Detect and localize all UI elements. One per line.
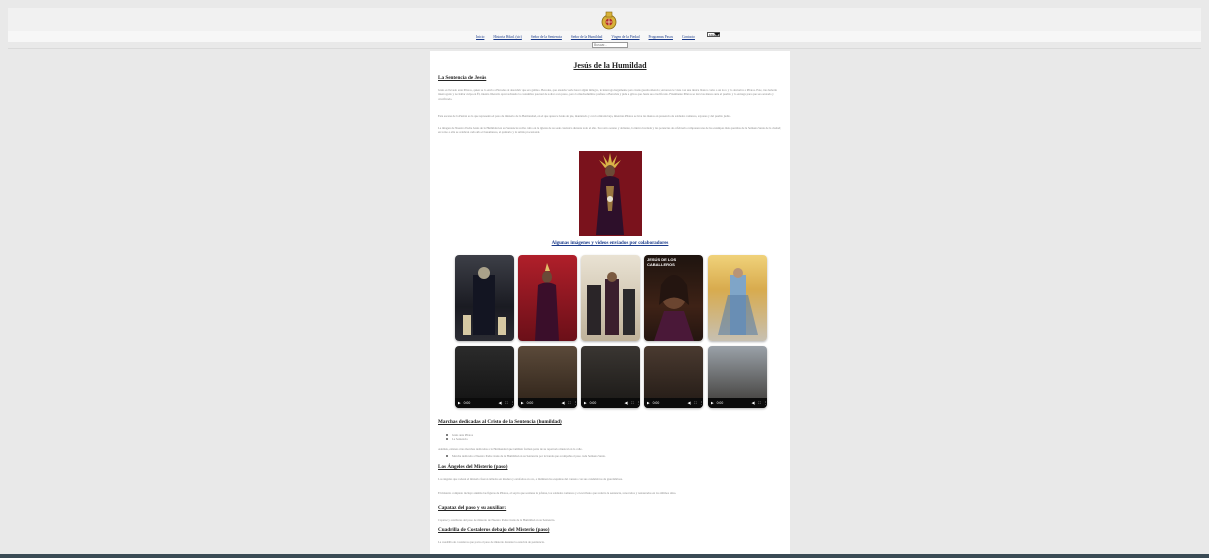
video-time: 0:00 xyxy=(716,401,724,405)
paragraph: Capataz y auxiliares del paso de misteri… xyxy=(438,518,556,522)
footer-bar xyxy=(0,554,1209,558)
fullscreen-icon[interactable]: ⛶ xyxy=(568,401,570,405)
video-controls: ▶ 0:00 ◀) ⛶ ⋮ xyxy=(455,398,514,408)
main-nav: Inicio Historia Hdad. (sic) Señor de la … xyxy=(476,33,695,41)
paragraph: La imagen de Nuestro Padre Jesús de la H… xyxy=(438,126,781,135)
gallery-image[interactable] xyxy=(581,255,640,341)
bullet-icon xyxy=(446,438,448,441)
more-options-icon[interactable]: ⋮ xyxy=(574,401,577,405)
list-item: La Sentencia xyxy=(446,437,473,441)
photo-icon xyxy=(535,263,559,341)
more-options-icon[interactable]: ⋮ xyxy=(511,401,514,405)
page-title: Jesús de la Humildad xyxy=(573,61,647,70)
fullscreen-icon[interactable]: ⛶ xyxy=(505,401,507,405)
play-icon[interactable]: ▶ xyxy=(458,401,461,405)
nav-link-sentencia[interactable]: Señor de la Sentencia xyxy=(531,35,562,39)
volume-icon[interactable]: ◀) xyxy=(687,401,691,405)
hero-image-cristo xyxy=(579,151,642,236)
more-options-icon[interactable]: ⋮ xyxy=(764,401,767,405)
section-heading-angeles: Los Ángeles del Misterio (paso) xyxy=(438,464,508,470)
header-divider xyxy=(8,48,1201,49)
chevron-down-icon[interactable] xyxy=(714,33,720,36)
volume-icon[interactable]: ◀) xyxy=(751,401,755,405)
nav-link-inicio[interactable]: Inicio xyxy=(476,35,484,39)
nav-link-piedad[interactable]: Virgen de la Piedad xyxy=(611,35,639,39)
section-heading-marchas: Marchas dedicadas al Cristo de la Senten… xyxy=(438,419,562,425)
section-heading-costaleros: Cuadrilla de Costaleros debajo del Miste… xyxy=(438,527,550,533)
nav-link-humildad[interactable]: Señor de la Humildad xyxy=(571,35,602,39)
nav-link-contacto[interactable]: Contacto xyxy=(682,35,695,39)
gallery-video[interactable]: ▶ 0:00 ◀) ⛶ ⋮ xyxy=(644,346,703,408)
section-heading-capataz: Capataz del paso y su auxiliar: xyxy=(438,505,507,511)
brotherhood-crest-icon[interactable] xyxy=(598,9,620,31)
gallery-video[interactable]: ▶ 0:00 ◀) ⛶ ⋮ xyxy=(518,346,577,408)
fullscreen-icon[interactable]: ⛶ xyxy=(758,401,760,405)
video-controls: ▶ 0:00 ◀) ⛶ ⋮ xyxy=(518,398,577,408)
list-item: Marcha dedicada a Nuestro Padre Jesús de… xyxy=(446,454,606,458)
paragraph: El misterio completo incluye además las … xyxy=(438,491,677,495)
play-icon[interactable]: ▶ xyxy=(711,401,714,405)
video-time: 0:00 xyxy=(463,401,471,405)
cristo-figure-icon xyxy=(579,151,642,236)
more-options-icon[interactable]: ⋮ xyxy=(637,401,640,405)
photo-icon xyxy=(463,267,506,335)
bullet-icon xyxy=(446,434,448,437)
volume-icon[interactable]: ◀) xyxy=(498,401,502,405)
gallery-image[interactable]: JESÚS DE LOS CABALLEROS xyxy=(644,255,703,341)
volume-icon[interactable]: ◀) xyxy=(624,401,628,405)
nav-link-programas[interactable]: Programas Pasos xyxy=(649,35,673,39)
volume-icon[interactable]: ◀) xyxy=(561,401,565,405)
video-time: 0:00 xyxy=(589,401,597,405)
more-options-icon[interactable]: ⋮ xyxy=(700,401,703,405)
nav-link-historia[interactable]: Historia Hdad. (sic) xyxy=(493,35,521,39)
image-caption: JESÚS DE LOS CABALLEROS xyxy=(647,257,677,267)
paragraph: La cuadrilla de costaleros que porta el … xyxy=(438,540,545,544)
video-controls: ▶ 0:00 ◀) ⛶ ⋮ xyxy=(581,398,640,408)
fullscreen-icon[interactable]: ⛶ xyxy=(694,401,696,405)
gallery-video[interactable]: ▶ 0:00 ◀) ⛶ ⋮ xyxy=(581,346,640,408)
bullet-icon xyxy=(446,455,448,458)
gallery-image[interactable] xyxy=(708,255,767,341)
paragraph: Jesús es llevado ante Pilatos, quien se … xyxy=(438,88,777,101)
video-controls: ▶ 0:00 ◀) ⛶ ⋮ xyxy=(708,398,767,408)
play-icon[interactable]: ▶ xyxy=(521,401,524,405)
play-icon[interactable]: ▶ xyxy=(584,401,587,405)
photo-icon xyxy=(718,268,758,335)
gallery-image[interactable] xyxy=(518,255,577,341)
section-heading-sentencia: La Sentencia de Jesús xyxy=(438,75,487,81)
video-controls: ▶ 0:00 ◀) ⛶ ⋮ xyxy=(644,398,703,408)
play-icon[interactable]: ▶ xyxy=(647,401,650,405)
gallery-image[interactable] xyxy=(455,255,514,341)
photo-icon xyxy=(587,272,635,335)
marchas-extra-list: Marcha dedicada a Nuestro Padre Jesús de… xyxy=(446,454,606,458)
video-time: 0:00 xyxy=(652,401,660,405)
gallery-video[interactable]: ▶ 0:00 ◀) ⛶ ⋮ xyxy=(455,346,514,408)
photo-icon xyxy=(654,275,694,341)
paragraph: Esta escena de la Pasión es la que repre… xyxy=(438,114,731,118)
video-time: 0:00 xyxy=(526,401,534,405)
gallery-title: Algunas imágenes y vídeos enviados por c… xyxy=(551,241,669,246)
gallery-video[interactable]: ▶ 0:00 ◀) ⛶ ⋮ xyxy=(708,346,767,408)
fullscreen-icon[interactable]: ⛶ xyxy=(631,401,633,405)
marchas-list: Jesús ante Pilatos La Sentencia xyxy=(446,433,473,441)
paragraph: Además, existen otras marchas dedicadas … xyxy=(438,447,583,451)
paragraph: Los ángeles que rodean el misterio fuero… xyxy=(438,477,623,481)
